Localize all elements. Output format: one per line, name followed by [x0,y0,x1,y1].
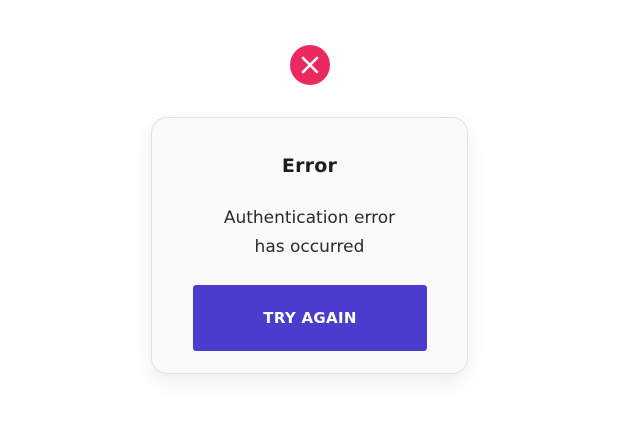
error-dialog: Error Authentication error has occurred … [151,117,468,374]
try-again-button[interactable]: TRY AGAIN [193,285,427,351]
close-icon [301,56,319,74]
dialog-message: Authentication error has occurred [152,204,467,262]
dialog-message-line-2: has occurred [254,237,365,257]
error-close-icon [290,45,330,85]
dialog-title: Error [281,155,338,177]
dialog-message-line-1: Authentication error [223,208,396,228]
